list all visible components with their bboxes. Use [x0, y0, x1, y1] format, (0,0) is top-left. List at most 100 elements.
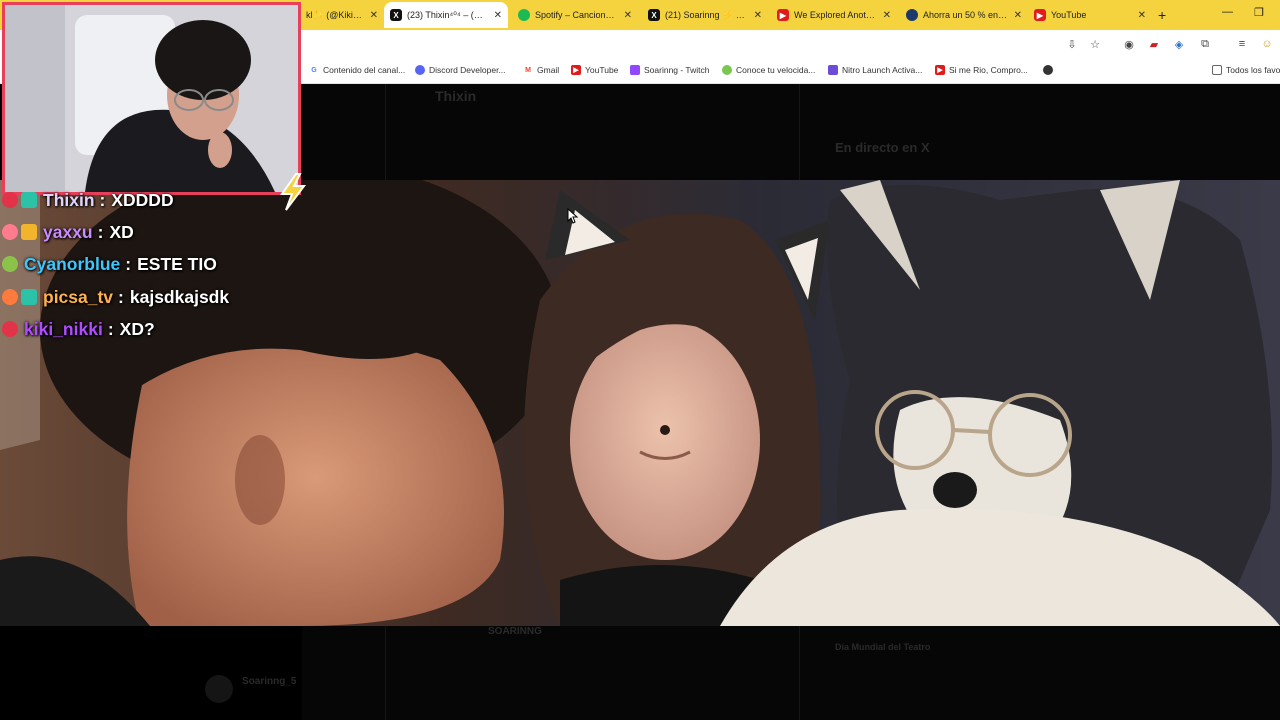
close-icon[interactable]: ✕: [754, 10, 762, 21]
webcam-overlay: [2, 2, 301, 195]
close-icon[interactable]: ✕: [370, 10, 378, 21]
close-icon[interactable]: ✕: [494, 10, 502, 21]
chat-username[interactable]: Cyanorblue: [24, 254, 120, 275]
chat-message: kiki_nikki : XD?: [2, 314, 155, 344]
screen: kl✨ (@Kiki_… ✕ X (23) Thixin⁴⁰⁴ – (@Thi……: [0, 0, 1280, 720]
tab-label: Ahorra un 50 % en C…: [923, 10, 1008, 20]
bookmark-label: Si me Rio, Compro...: [949, 65, 1028, 75]
twitch-icon: [630, 65, 640, 75]
live-section-title: En directo en X: [835, 140, 930, 155]
close-icon[interactable]: ✕: [1014, 10, 1022, 21]
sub-badge-icon: [2, 192, 18, 208]
discord-icon: [415, 65, 425, 75]
chat-text: kajsdkajsdk: [129, 286, 230, 307]
bookmark-label: Discord Developer...: [429, 65, 506, 75]
tab-label: YouTube: [1051, 10, 1087, 20]
tab-label: Spotify – Canciones o…: [535, 10, 618, 20]
puzzle-icon[interactable]: ⧉: [1198, 37, 1212, 51]
bookmark-item[interactable]: G Contenido del canal...: [309, 63, 405, 77]
tab-thixin[interactable]: X (23) Thixin⁴⁰⁴ – (@Thi… ✕: [384, 2, 508, 28]
chat-username[interactable]: Thixin: [43, 190, 95, 211]
install-app-icon[interactable]: ⇩: [1065, 37, 1079, 51]
new-tab-button[interactable]: +: [1158, 7, 1166, 23]
photo-illustration: [0, 180, 1280, 626]
close-icon[interactable]: ✕: [624, 10, 632, 21]
webcam-feed: [5, 5, 298, 192]
chat-message: yaxxu : XD: [2, 217, 134, 247]
main-video-frame: [0, 180, 1280, 626]
bookmark-item[interactable]: Nitro Launch Activa...: [828, 63, 922, 77]
bookmark-item[interactable]: ▶ Si me Rio, Compro...: [935, 63, 1028, 77]
tab-youtube[interactable]: ▶ YouTube ✕: [1028, 2, 1152, 28]
all-bookmarks-folder[interactable]: Todos los favo: [1212, 63, 1280, 77]
tab-youtube-video[interactable]: ▶ We Explored Another… ✕: [771, 2, 897, 28]
profile-name: Thixin: [435, 88, 477, 104]
minimize-icon[interactable]: —: [1222, 6, 1233, 18]
chat-text: XD?: [119, 318, 155, 339]
tab-spotify[interactable]: Spotify – Canciones o… ✕: [512, 2, 638, 28]
extension-icon[interactable]: ▰: [1147, 37, 1161, 51]
emote-badge-icon: [2, 224, 18, 240]
bookmark-item[interactable]: [1043, 63, 1057, 77]
mouse-cursor-icon: [567, 208, 579, 224]
nitro-icon: [828, 65, 838, 75]
chat-text: XDDDD: [111, 189, 174, 210]
trend-item: Día Mundial del Teatro: [835, 642, 931, 652]
close-icon[interactable]: ✕: [883, 10, 891, 21]
tab-steam[interactable]: Ahorra un 50 % en C… ✕: [900, 2, 1028, 28]
bookmark-item[interactable]: Soarinng - Twitch: [630, 63, 710, 77]
folder-icon: [1212, 65, 1222, 75]
bookmark-label: Contenido del canal...: [323, 65, 406, 75]
star-icon[interactable]: ☆: [1088, 37, 1102, 51]
tab-soarinng[interactable]: X (21) Soarinng ⚡ (@… ✕: [642, 2, 768, 28]
speedtest-icon: [722, 65, 732, 75]
maximize-icon[interactable]: ❐: [1254, 6, 1264, 19]
bookmark-label: Nitro Launch Activa...: [842, 65, 923, 75]
tab-label: (21) Soarinng ⚡ (@…: [665, 9, 748, 20]
bookmark-label: Todos los favo: [1226, 65, 1280, 75]
chat-text: ESTE TIO: [137, 253, 217, 274]
soarinng-banner: SOARINNG: [488, 626, 542, 637]
bookmark-label: Conoce tu velocida...: [736, 65, 816, 75]
chat-separator: :: [118, 286, 124, 307]
google-icon: G: [309, 65, 319, 75]
bookmark-item[interactable]: ▶ YouTube: [571, 63, 618, 77]
chat-separator: :: [107, 318, 114, 339]
youtube-icon: ▶: [777, 9, 789, 21]
gmail-icon: M: [523, 65, 533, 75]
extension-icon[interactable]: ◉: [1122, 37, 1136, 51]
chat-separator: :: [97, 221, 104, 242]
steam-icon: [906, 9, 918, 21]
bookmark-item[interactable]: M Gmail: [523, 63, 559, 77]
bookmark-label: YouTube: [585, 65, 619, 75]
avatar: [205, 675, 233, 703]
chat-username[interactable]: picsa_tv: [43, 287, 113, 308]
x-icon: X: [648, 9, 660, 21]
mod-badge-icon: [21, 192, 37, 208]
extension-icon[interactable]: ◈: [1172, 37, 1186, 51]
close-icon[interactable]: ✕: [1138, 10, 1146, 21]
tab-label: (23) Thixin⁴⁰⁴ – (@Thi…: [407, 9, 488, 20]
avatar[interactable]: ☺: [1260, 37, 1274, 51]
tab-label: We Explored Another…: [794, 10, 877, 20]
media-icon[interactable]: ≡: [1235, 37, 1249, 51]
youtube-icon: ▶: [1034, 9, 1046, 21]
tab-kiki[interactable]: kl✨ (@Kiki_… ✕: [300, 2, 384, 28]
tab-label: kl✨ (@Kiki_…: [306, 9, 364, 20]
spotify-icon: [518, 9, 530, 21]
globe-icon: [1043, 65, 1053, 75]
youtube-icon: ▶: [571, 65, 581, 75]
chat-username[interactable]: kiki_nikki: [24, 319, 103, 340]
youtube-icon: ▶: [935, 65, 945, 75]
footer-user: Soarinng_5: [242, 676, 297, 687]
chat-separator: :: [125, 253, 132, 274]
bookmark-item[interactable]: Discord Developer...: [415, 63, 506, 77]
bookmark-item[interactable]: Conoce tu velocida...: [722, 63, 815, 77]
x-icon: X: [390, 9, 402, 21]
emote-badge-icon: [2, 256, 18, 272]
bookmark-label: Soarinng - Twitch: [644, 65, 710, 75]
chat-username[interactable]: yaxxu: [43, 222, 93, 243]
chat-message: Thixin : XDDDD: [2, 185, 174, 215]
sub-badge-icon: [2, 321, 18, 337]
chat-message: picsa_tv : kajsdkajsdk: [2, 282, 229, 312]
